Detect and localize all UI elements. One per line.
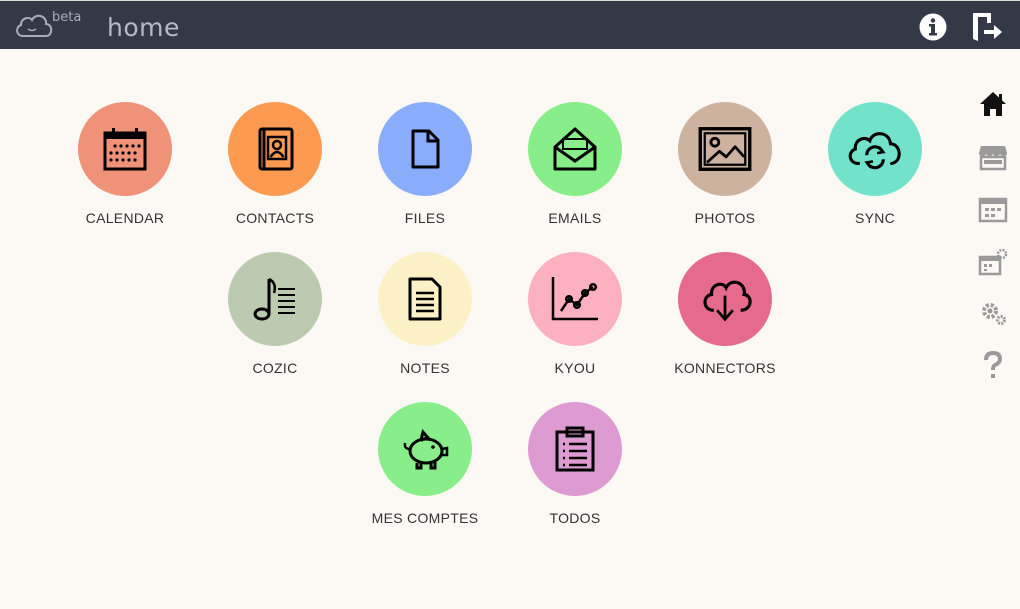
app-todos-circle[interactable] — [528, 402, 622, 496]
image-icon — [698, 127, 752, 171]
app-mes-comptes[interactable]: MES COMPTES — [350, 402, 500, 542]
app-calendar-circle[interactable] — [78, 102, 172, 196]
app-photos[interactable]: PHOTOS — [650, 102, 800, 242]
app-kyou[interactable]: KYOU — [500, 252, 650, 392]
app-label[interactable]: CALENDAR — [50, 210, 200, 226]
settings-icon — [982, 303, 1006, 325]
app-konnectors[interactable]: KONNECTORS — [650, 252, 800, 392]
app-label[interactable]: PHOTOS — [650, 210, 800, 226]
top-bar: beta home — [0, 0, 1020, 49]
sidebar-help[interactable] — [978, 350, 1008, 380]
beta-label: beta — [52, 10, 82, 25]
app-mes-comptes-circle[interactable] — [378, 402, 472, 496]
cloud-logo-icon[interactable] — [13, 10, 55, 40]
sidebar-home[interactable] — [978, 89, 1008, 119]
app-label[interactable]: SYNC — [800, 210, 950, 226]
app-emails[interactable]: EMAILS — [500, 102, 650, 242]
app-settings-icon — [978, 248, 1008, 276]
app-sync-circle[interactable] — [828, 102, 922, 196]
info-icon[interactable] — [918, 12, 948, 42]
sidebar-app-settings[interactable] — [978, 247, 1008, 277]
sidebar-settings[interactable] — [978, 298, 1008, 328]
apps-grid-icon — [978, 197, 1008, 223]
app-label[interactable]: FILES — [350, 210, 500, 226]
app-label[interactable]: KYOU — [500, 360, 650, 376]
sidebar-store[interactable] — [978, 142, 1008, 172]
app-sync[interactable]: SYNC — [800, 102, 950, 242]
app-label[interactable]: EMAILS — [500, 210, 650, 226]
app-label[interactable]: KONNECTORS — [650, 360, 800, 376]
help-icon — [984, 350, 1003, 378]
app-notes-circle[interactable] — [378, 252, 472, 346]
app-label[interactable]: COZIC — [200, 360, 350, 376]
music-icon — [253, 277, 295, 321]
app-files-circle[interactable] — [378, 102, 472, 196]
note-icon — [408, 277, 442, 321]
app-contacts-circle[interactable] — [228, 102, 322, 196]
cloud-download-icon — [703, 280, 752, 322]
app-cozic-circle[interactable] — [228, 252, 322, 346]
app-label[interactable]: NOTES — [350, 360, 500, 376]
page-title: home — [107, 13, 180, 42]
store-icon — [979, 146, 1007, 171]
app-emails-circle[interactable] — [528, 102, 622, 196]
clipboard-icon — [555, 426, 595, 472]
calendar-icon — [103, 128, 147, 171]
file-icon — [411, 129, 440, 169]
app-calendar[interactable]: CALENDAR — [50, 102, 200, 242]
app-label[interactable]: CONTACTS — [200, 210, 350, 226]
cloud-sync-icon — [848, 132, 901, 170]
app-todos[interactable]: TODOS — [500, 402, 650, 542]
app-label[interactable]: MES COMPTES — [350, 510, 500, 526]
contacts-icon — [258, 127, 294, 171]
piggy-bank-icon — [403, 428, 449, 470]
sidebar-apps[interactable] — [978, 195, 1008, 225]
home-icon — [980, 92, 1006, 116]
app-label[interactable]: TODOS — [500, 510, 650, 526]
app-contacts[interactable]: CONTACTS — [200, 102, 350, 242]
app-notes[interactable]: NOTES — [350, 252, 500, 392]
mail-icon — [553, 127, 597, 171]
chart-icon — [551, 277, 598, 321]
app-files[interactable]: FILES — [350, 102, 500, 242]
app-kyou-circle[interactable] — [528, 252, 622, 346]
logout-icon[interactable] — [970, 11, 1004, 43]
app-konnectors-circle[interactable] — [678, 252, 772, 346]
app-photos-circle[interactable] — [678, 102, 772, 196]
app-cozic[interactable]: COZIC — [200, 252, 350, 392]
